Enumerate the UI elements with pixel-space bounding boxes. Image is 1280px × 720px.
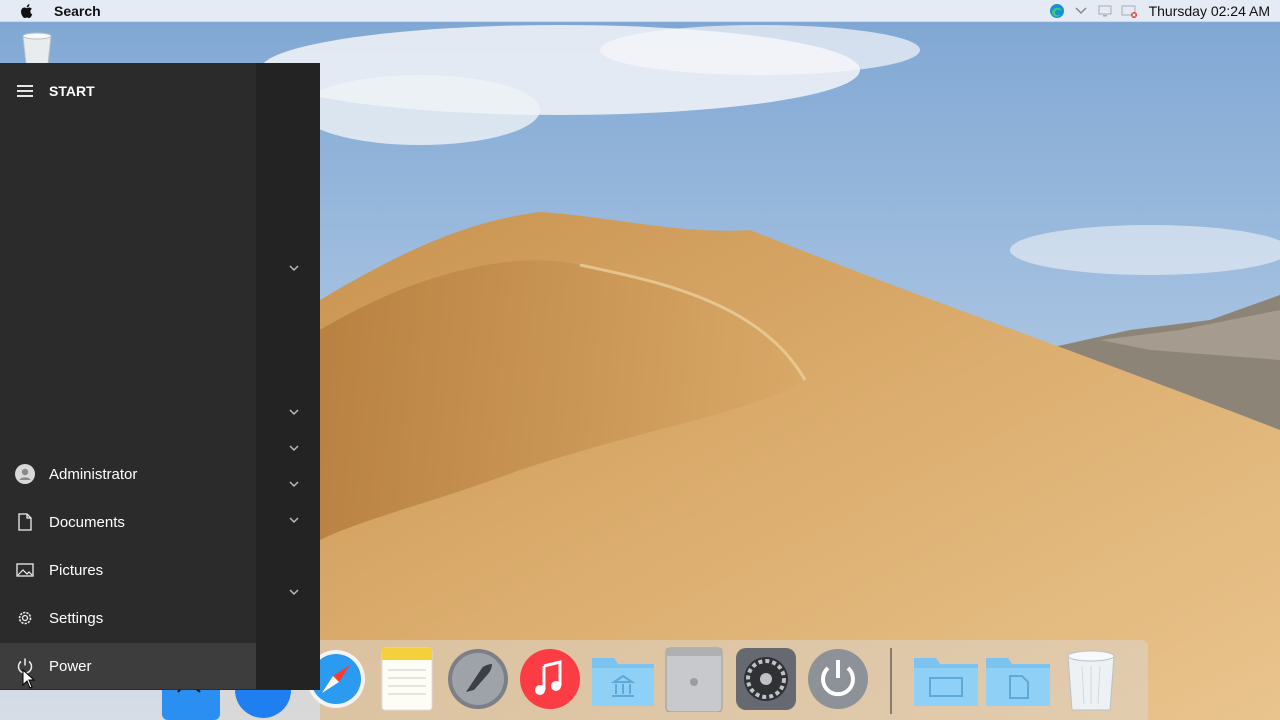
- edge-browser-icon[interactable]: [1049, 3, 1065, 19]
- chevron-down-icon[interactable]: [286, 515, 302, 527]
- chevron-down-icon[interactable]: [286, 479, 302, 491]
- start-item-documents[interactable]: Documents: [0, 499, 256, 545]
- trash-icon[interactable]: [1062, 646, 1120, 712]
- desktop-trash-icon[interactable]: [18, 30, 56, 64]
- dock-separator: [890, 648, 892, 714]
- start-item-label: Documents: [49, 513, 125, 531]
- apple-icon[interactable]: [18, 2, 36, 20]
- network-icon[interactable]: [1121, 3, 1137, 19]
- clock[interactable]: Thursday 02:24 AM: [1149, 3, 1270, 19]
- user-icon: [15, 464, 35, 484]
- documents-folder-icon[interactable]: [984, 646, 1052, 712]
- start-menu-title: START: [49, 83, 95, 99]
- pictures-icon: [15, 560, 35, 580]
- notes-icon[interactable]: [378, 646, 436, 712]
- active-app-name[interactable]: Search: [54, 3, 101, 19]
- chevron-down-icon[interactable]: [286, 443, 302, 455]
- document-icon: [15, 512, 35, 532]
- start-menu: START Administrator Documents Pictures S…: [0, 63, 320, 690]
- chevron-down-icon[interactable]: [286, 263, 302, 275]
- chevron-down-icon[interactable]: [286, 407, 302, 419]
- start-item-label: Pictures: [49, 561, 104, 579]
- applications-folder-icon[interactable]: [590, 646, 656, 712]
- status-tray: Thursday 02:24 AM: [1049, 3, 1270, 19]
- music-icon[interactable]: [518, 646, 582, 712]
- menu-bar: Search Thursday 02:24 AM: [0, 0, 1280, 22]
- hamburger-menu-icon[interactable]: [17, 85, 33, 97]
- chevron-down-icon[interactable]: [286, 587, 302, 599]
- start-item-label: Settings: [49, 609, 104, 627]
- start-item-settings[interactable]: Settings: [0, 595, 256, 641]
- start-menu-header: START: [0, 79, 256, 103]
- chevron-down-icon[interactable]: [1073, 3, 1089, 19]
- start-item-label: Administrator: [49, 465, 138, 483]
- system-preferences-icon[interactable]: [734, 646, 798, 712]
- start-item-power[interactable]: Power: [0, 643, 256, 689]
- gear-icon: [15, 608, 35, 628]
- start-item-pictures[interactable]: Pictures: [0, 547, 256, 593]
- launchpad-icon[interactable]: [446, 646, 510, 712]
- mac-pro-icon[interactable]: [662, 646, 726, 712]
- desktop-folder-icon[interactable]: [912, 646, 980, 712]
- power-icon[interactable]: [806, 646, 870, 712]
- start-item-label: Power: [49, 657, 92, 675]
- start-item-administrator[interactable]: Administrator: [0, 451, 256, 497]
- mouse-cursor-icon: [22, 669, 36, 689]
- display-icon[interactable]: [1097, 3, 1113, 19]
